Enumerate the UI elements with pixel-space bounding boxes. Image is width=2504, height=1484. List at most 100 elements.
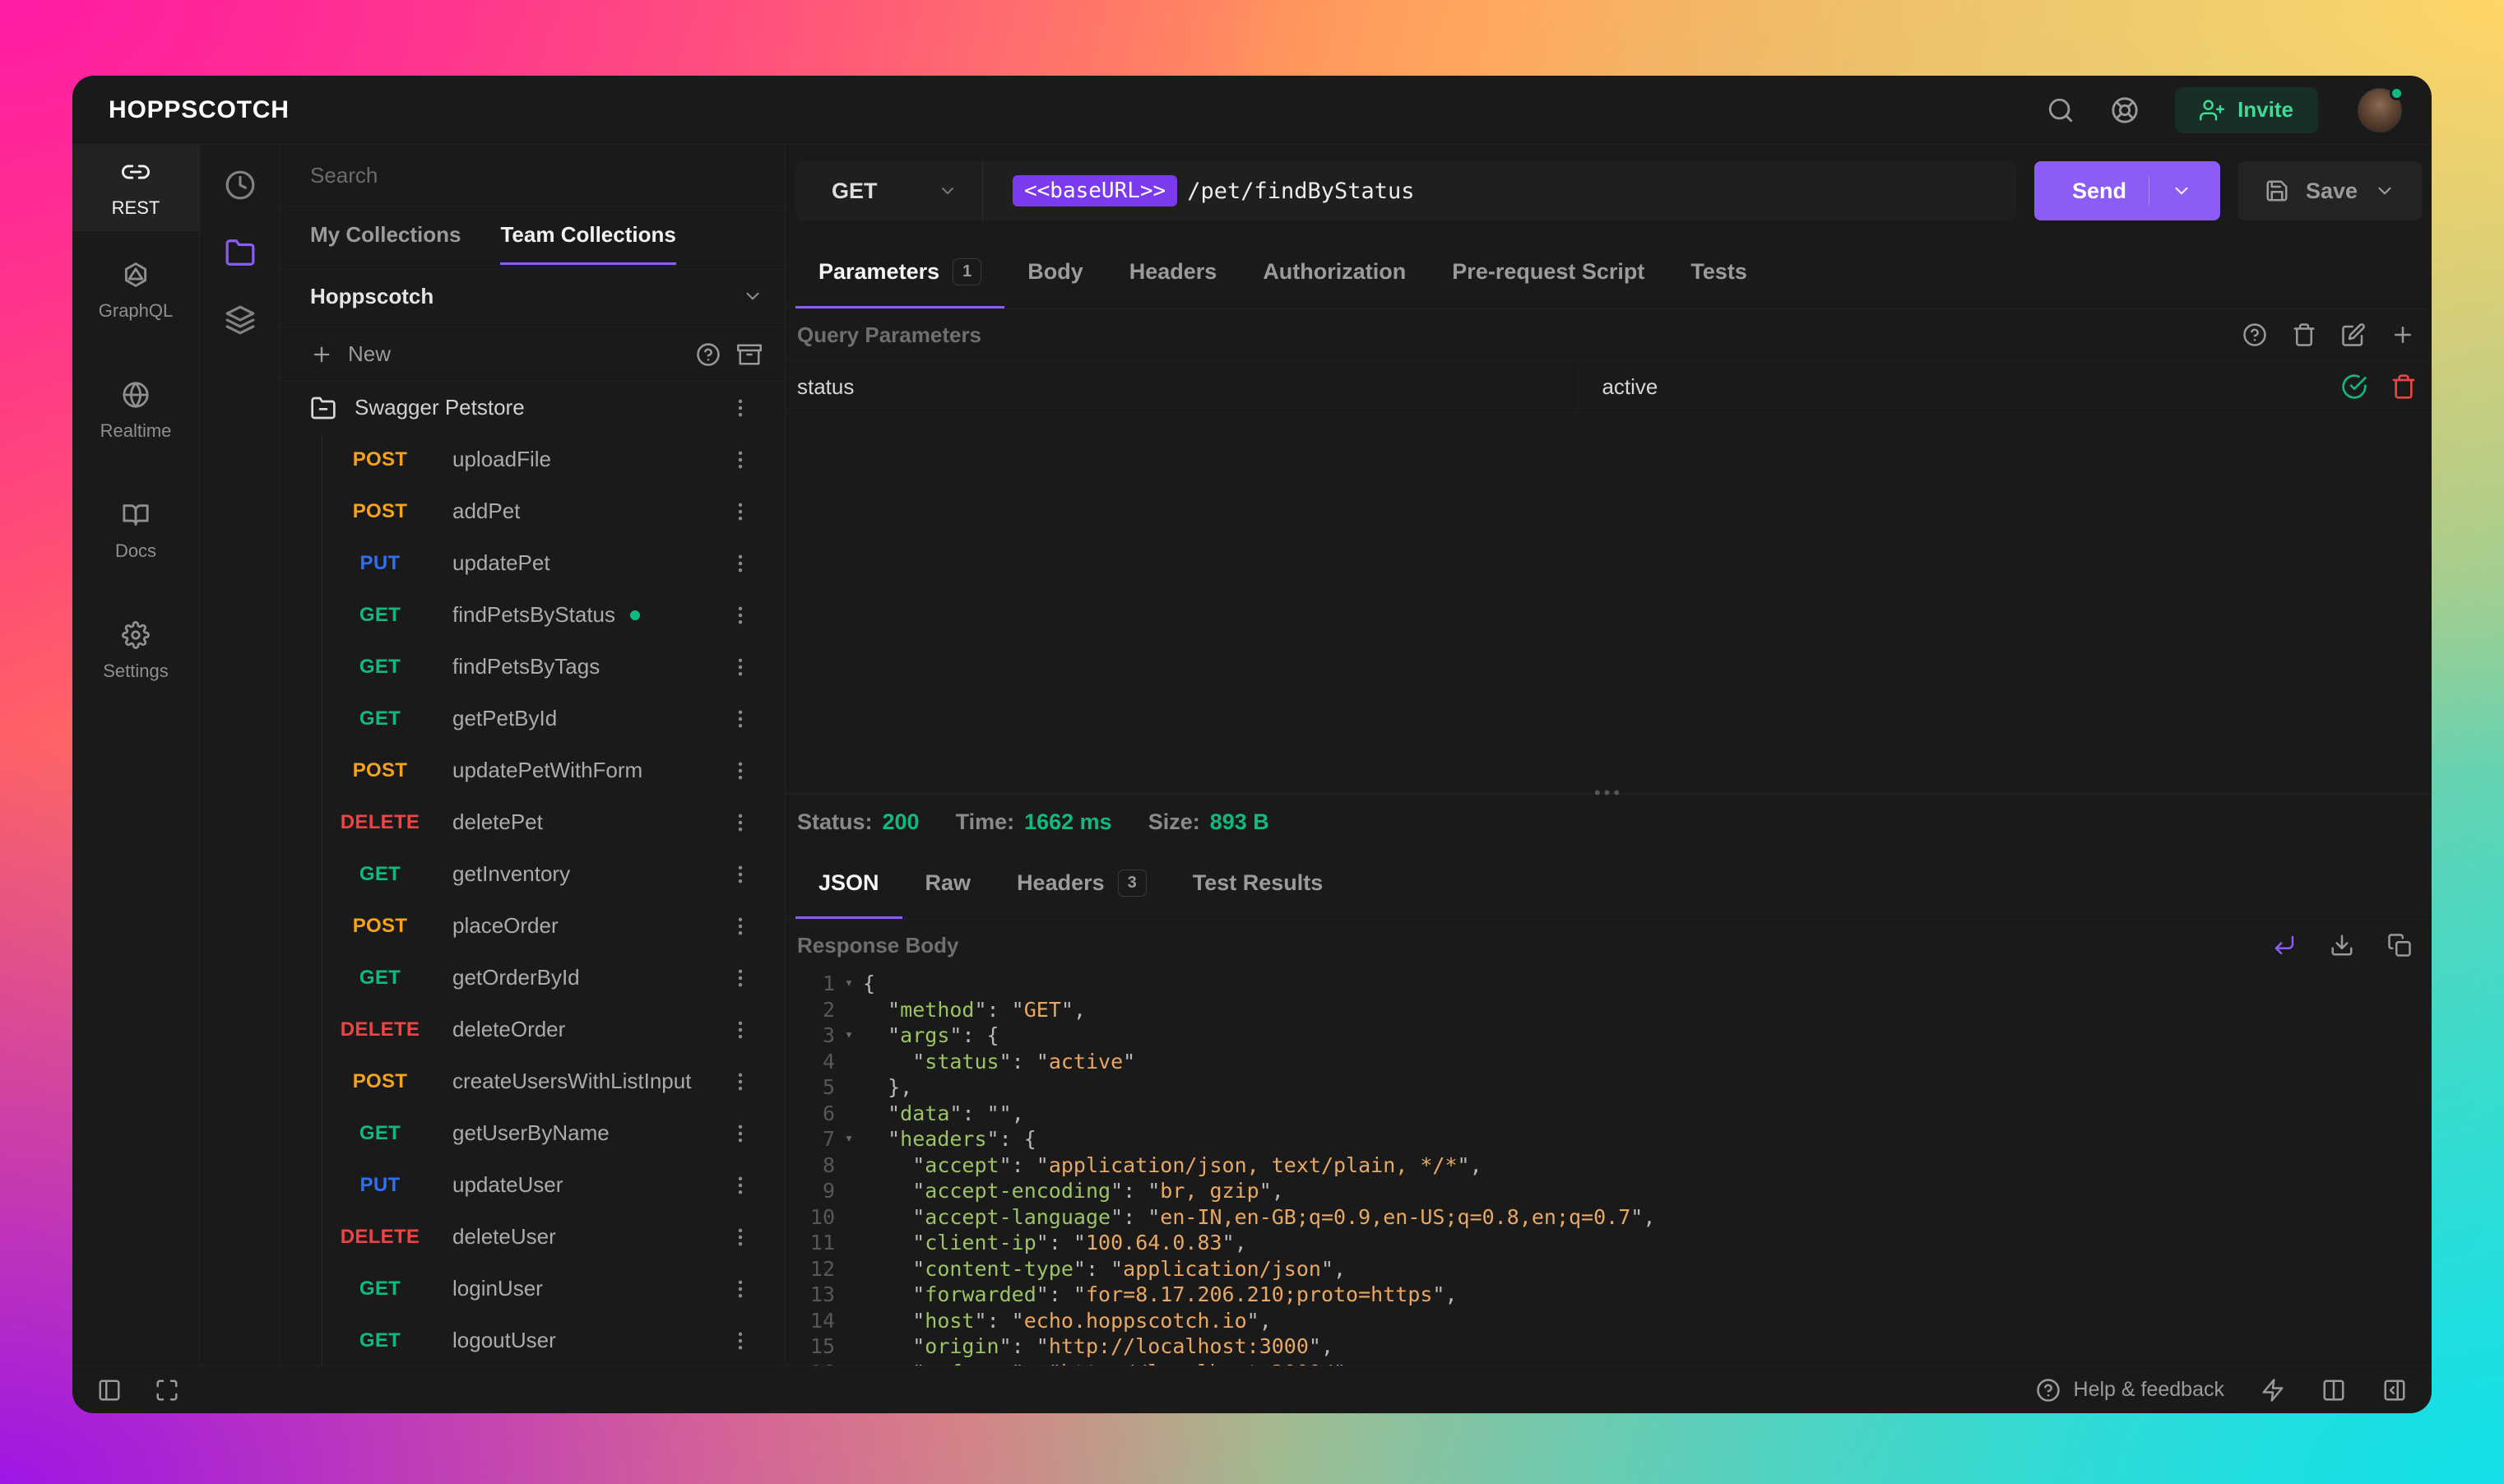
new-collection-button[interactable]: New <box>310 341 391 367</box>
request-options-button[interactable] <box>729 552 752 575</box>
request-options-button[interactable] <box>729 604 752 627</box>
request-options-button[interactable] <box>729 967 752 990</box>
nav-settings[interactable]: Settings <box>72 591 199 712</box>
env-variable-pill[interactable]: <<baseURL>> <box>1013 175 1177 206</box>
request-options-button[interactable] <box>729 759 752 782</box>
user-avatar[interactable] <box>2358 88 2402 132</box>
line-number: 2 <box>795 997 835 1023</box>
nav-graphql[interactable]: GraphQL <box>72 231 199 351</box>
toggle-columns-button[interactable] <box>2321 1378 2346 1403</box>
add-param-button[interactable] <box>2390 322 2415 347</box>
bulk-edit-button[interactable] <box>2341 322 2366 347</box>
request-options-button[interactable] <box>729 448 752 471</box>
save-button[interactable]: Save <box>2238 161 2422 220</box>
search-button[interactable] <box>2047 96 2075 124</box>
clear-all-params-button[interactable] <box>2292 322 2316 347</box>
request-options-button[interactable] <box>729 1329 752 1352</box>
request-item-findPetsByTags[interactable]: GETfindPetsByTags <box>322 641 785 693</box>
collections-icon-button[interactable] <box>225 237 256 268</box>
request-options-button[interactable] <box>729 863 752 886</box>
param-active-toggle[interactable] <box>2341 373 2367 400</box>
request-item-addPet[interactable]: POSTaddPet <box>322 485 785 537</box>
request-options-button[interactable] <box>729 811 752 834</box>
request-item-findPetsByStatus[interactable]: GETfindPetsByStatus <box>322 589 785 641</box>
shortcuts-zap-button[interactable] <box>2261 1378 2285 1403</box>
pane-splitter[interactable]: ••• <box>786 793 2432 795</box>
request-options-button[interactable] <box>729 707 752 730</box>
code-line: 11 "client-ip": "100.64.0.83", <box>795 1230 2432 1256</box>
environments-icon-button[interactable] <box>225 304 256 336</box>
request-item-updatePet[interactable]: PUTupdatePet <box>322 537 785 589</box>
tab-raw[interactable]: Raw <box>902 849 995 919</box>
request-item-getUserByName[interactable]: GETgetUserByName <box>322 1107 785 1159</box>
fold-arrow-icon[interactable]: ▾ <box>835 1023 863 1049</box>
tab-body[interactable]: Body <box>1004 237 1106 308</box>
collection-folder[interactable]: Swagger Petstore <box>281 382 785 434</box>
tab-test-results[interactable]: Test Results <box>1170 849 1347 919</box>
tab-pre-request-script[interactable]: Pre-request Script <box>1429 237 1667 308</box>
request-item-createUsersWithListInput[interactable]: POSTcreateUsersWithListInput <box>322 1055 785 1107</box>
request-options-button[interactable] <box>729 656 752 679</box>
request-options-button[interactable] <box>729 1174 752 1197</box>
copy-response-button[interactable] <box>2387 933 2412 958</box>
nav-realtime[interactable]: Realtime <box>72 351 199 471</box>
folder-name: Swagger Petstore <box>355 395 525 420</box>
request-item-deleteOrder[interactable]: DELETEdeleteOrder <box>322 1004 785 1055</box>
param-key-input[interactable]: status <box>786 361 1579 412</box>
request-item-getOrderById[interactable]: GETgetOrderById <box>322 952 785 1004</box>
download-response-button[interactable] <box>2330 933 2354 958</box>
nav-docs[interactable]: Docs <box>72 471 199 591</box>
tab-headers[interactable]: Headers <box>1106 237 1240 308</box>
request-item-loginUser[interactable]: GETloginUser <box>322 1263 785 1315</box>
send-button[interactable]: Send <box>2034 161 2220 220</box>
save-options-chevron-icon[interactable] <box>2374 180 2395 202</box>
tab-parameters[interactable]: Parameters1 <box>795 237 1004 308</box>
send-options-chevron-icon[interactable] <box>2149 177 2192 205</box>
request-options-button[interactable] <box>729 1018 752 1041</box>
tab-authorization[interactable]: Authorization <box>1240 237 1429 308</box>
toggle-sidebar-button[interactable] <box>97 1378 122 1403</box>
tab-json[interactable]: JSON <box>795 849 902 919</box>
wrap-lines-button[interactable] <box>2272 933 2297 958</box>
invite-button[interactable]: Invite <box>2175 87 2318 133</box>
request-item-deleteUser[interactable]: DELETEdeleteUser <box>322 1211 785 1263</box>
fold-arrow-icon[interactable]: ▾ <box>835 1126 863 1152</box>
tab-my-collections[interactable]: My Collections <box>310 206 461 265</box>
method-select[interactable]: GET <box>795 161 983 220</box>
tab-headers[interactable]: Headers3 <box>994 849 1170 919</box>
param-delete-button[interactable] <box>2390 373 2417 400</box>
params-help-button[interactable] <box>2242 322 2267 347</box>
request-options-button[interactable] <box>729 1278 752 1301</box>
team-selector[interactable]: Hoppscotch <box>281 266 785 327</box>
help-feedback-button[interactable]: Help & feedback <box>2036 1378 2224 1403</box>
collections-help-button[interactable] <box>696 342 721 367</box>
request-options-button[interactable] <box>729 1226 752 1249</box>
support-button[interactable] <box>2111 96 2139 124</box>
request-item-logoutUser[interactable]: GETlogoutUser <box>322 1315 785 1366</box>
response-body-editor[interactable]: 1▾{2 "method": "GET",3▾ "args": {4 "stat… <box>786 971 2432 1366</box>
request-options-button[interactable] <box>729 915 752 938</box>
user-plus-icon <box>2200 98 2224 123</box>
request-item-getInventory[interactable]: GETgetInventory <box>322 848 785 900</box>
request-options-button[interactable] <box>729 1070 752 1093</box>
nav-rest[interactable]: REST <box>72 145 199 231</box>
request-options-button[interactable] <box>729 500 752 523</box>
url-input[interactable]: <<baseURL>> /pet/findByStatus <box>983 161 2016 220</box>
request-options-button[interactable] <box>729 1122 752 1145</box>
request-item-placeOrder[interactable]: POSTplaceOrder <box>322 900 785 952</box>
import-export-button[interactable] <box>737 342 762 367</box>
request-item-updateUser[interactable]: PUTupdateUser <box>322 1159 785 1211</box>
folder-options-button[interactable] <box>729 397 752 420</box>
request-item-deletePet[interactable]: DELETEdeletePet <box>322 796 785 848</box>
request-item-updatePetWithForm[interactable]: POSTupdatePetWithForm <box>322 744 785 796</box>
tab-team-collections[interactable]: Team Collections <box>500 206 675 265</box>
request-item-getPetById[interactable]: GETgetPetById <box>322 693 785 744</box>
request-item-uploadFile[interactable]: POSTuploadFile <box>322 434 785 485</box>
tab-tests[interactable]: Tests <box>1667 237 1770 308</box>
param-value-input[interactable]: active <box>1579 361 2341 412</box>
collapse-right-panel-button[interactable] <box>2382 1378 2407 1403</box>
fold-arrow-icon[interactable]: ▾ <box>835 971 863 997</box>
search-input[interactable] <box>310 163 755 188</box>
history-icon-button[interactable] <box>225 169 256 201</box>
shortcuts-button[interactable] <box>155 1378 179 1403</box>
